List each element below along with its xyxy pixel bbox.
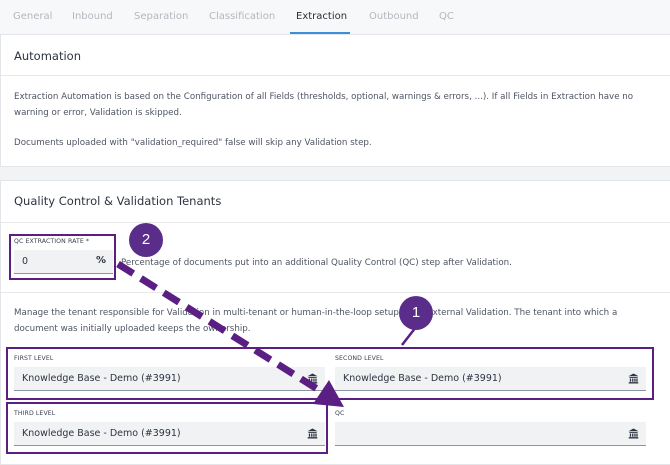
tab-outbound[interactable]: Outbound xyxy=(369,11,419,22)
tab-separation[interactable]: Separation xyxy=(134,11,188,22)
divider xyxy=(1,222,670,223)
highlight-first-second-level xyxy=(6,347,654,400)
automation-text-line3: Documents uploaded with "validation_requ… xyxy=(14,138,372,148)
automation-card: Automation Extraction Automation is base… xyxy=(0,34,670,167)
automation-text-line1: Extraction Automation is based on the Co… xyxy=(14,92,634,102)
annotation-badge-1: 1 xyxy=(399,296,433,330)
tenant-text-line2: document was initially uploaded keeps th… xyxy=(14,324,251,334)
qc-tenant-select[interactable] xyxy=(335,422,646,446)
tab-classification[interactable]: Classification xyxy=(209,11,275,22)
qc-title: Quality Control & Validation Tenants xyxy=(14,194,222,208)
tab-inbound[interactable]: Inbound xyxy=(72,11,113,22)
automation-text-line2: warning or error, Validation is skipped. xyxy=(14,108,182,118)
tab-bar: General Inbound Separation Classificatio… xyxy=(0,0,670,34)
tenant-text-line1: Manage the tenant responsible for Valida… xyxy=(14,308,618,318)
divider xyxy=(1,75,670,76)
divider xyxy=(1,292,670,293)
tab-qc[interactable]: QC xyxy=(439,11,454,22)
bank-icon xyxy=(628,428,639,439)
annotation-badge-2: 2 xyxy=(129,223,163,257)
highlight-third-level xyxy=(6,402,328,454)
automation-title: Automation xyxy=(14,49,81,63)
tab-general[interactable]: General xyxy=(13,11,52,22)
qc-rate-help: Percentage of documents put into an addi… xyxy=(121,258,512,268)
highlight-qc-rate xyxy=(9,234,116,280)
tab-extraction[interactable]: Extraction xyxy=(296,11,347,22)
qc-tenant-label: QC xyxy=(335,410,345,417)
